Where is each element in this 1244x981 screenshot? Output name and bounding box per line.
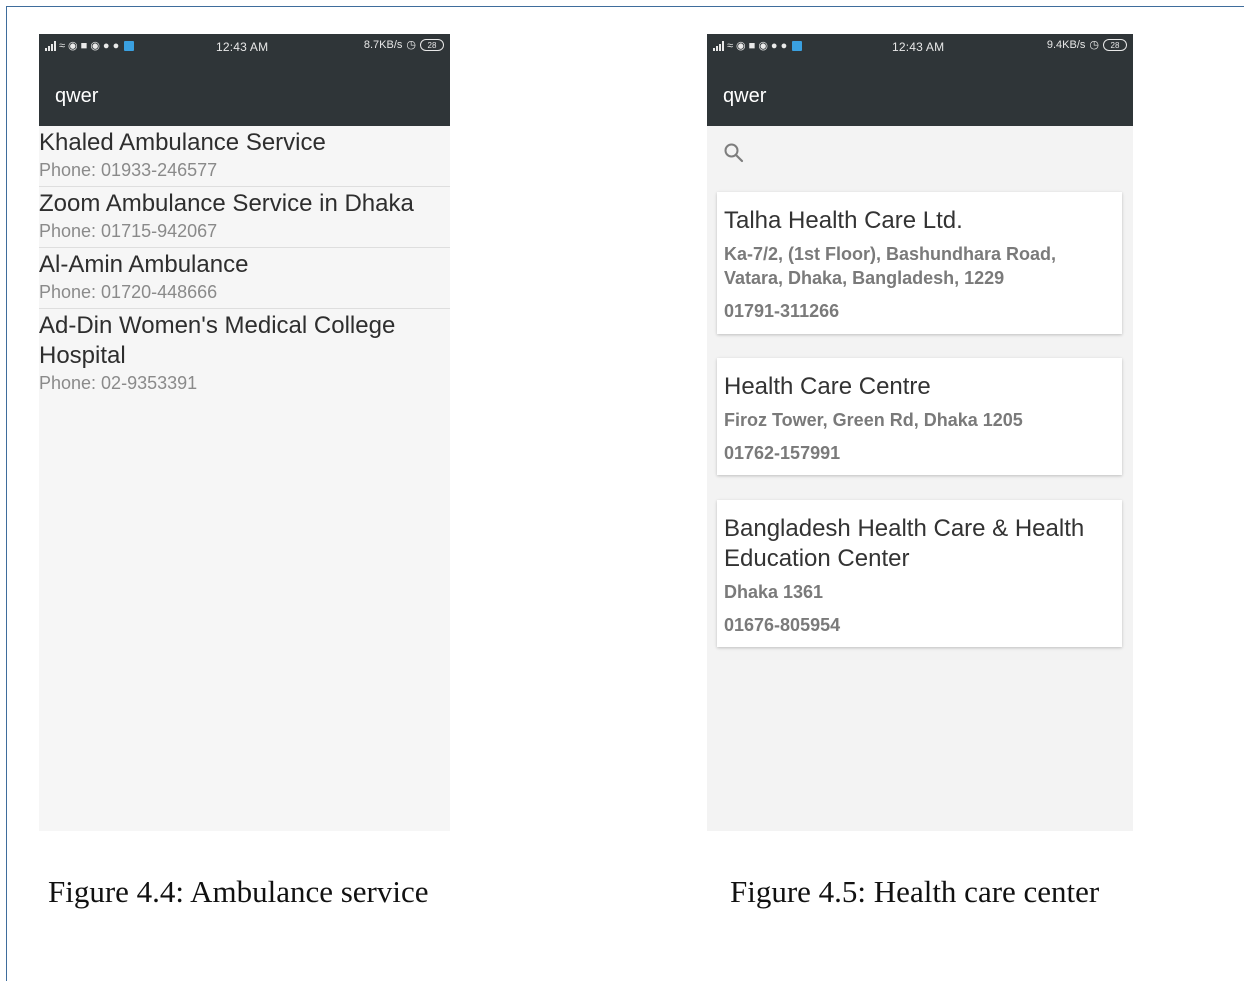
signal-icon — [713, 41, 724, 51]
status-right: 9.4KB/s ◷ 28 — [1047, 39, 1127, 51]
card-address: Firoz Tower, Green Rd, Dhaka 1205 — [724, 410, 1023, 430]
item-title: Zoom Ambulance Service in Dhaka — [39, 190, 414, 217]
card-address: Dhaka 1361 — [724, 582, 824, 602]
messenger-icon: ◉ — [68, 40, 78, 52]
card-phone: 01791-311266 — [724, 301, 840, 321]
frame-top-border — [6, 6, 1244, 7]
list-item[interactable]: Khaled Ambulance Service Phone: 01933-24… — [39, 126, 450, 187]
item-title: Al-Amin Ambulance — [39, 251, 249, 278]
item-title: Ad-Din Women's Medical College Hospital — [39, 312, 396, 369]
notification-dot-icon: ● — [770, 40, 778, 52]
status-bar: ≈ ◉ ■ ◉ ● ● 12:43 AM 9.4KB/s ◷ 28 — [707, 34, 1133, 61]
list-item[interactable]: Ad-Din Women's Medical College Hospital … — [39, 309, 450, 399]
item-phone: Phone: 02-9353391 — [39, 373, 198, 393]
health-center-card[interactable]: Talha Health Care Ltd. Ka-7/2, (1st Floo… — [717, 192, 1122, 334]
health-center-card[interactable]: Health Care Centre Firoz Tower, Green Rd… — [717, 358, 1122, 475]
app-bar: qwer — [39, 61, 450, 126]
message-icon: ■ — [80, 40, 88, 52]
messenger-icon: ◉ — [758, 40, 768, 52]
message-icon: ■ — [748, 40, 756, 52]
card-title: Talha Health Care Ltd. — [724, 207, 963, 234]
alarm-icon: ◷ — [406, 39, 416, 51]
card-title: Health Care Centre — [724, 373, 931, 400]
item-phone: Phone: 01715-942067 — [39, 221, 218, 241]
messenger-icon: ◉ — [736, 40, 746, 52]
card-phone: 01676-805954 — [724, 615, 841, 635]
notification-dot-icon: ● — [112, 40, 120, 52]
status-right: 8.7KB/s ◷ 28 — [364, 39, 444, 51]
wifi-icon: ≈ — [59, 40, 66, 52]
battery-icon: 28 — [1103, 39, 1127, 51]
figure-caption-health-care: Figure 4.5: Health care center — [730, 874, 1100, 909]
status-icons: ≈ ◉ ■ ◉ ● ● — [713, 40, 803, 52]
network-speed: 8.7KB/s — [363, 39, 403, 51]
messenger-icon: ◉ — [90, 40, 100, 52]
status-time: 12:43 AM — [216, 40, 269, 54]
battery-icon: 28 — [420, 39, 444, 51]
ambulance-screen: ≈ ◉ ■ ◉ ● ● 12:43 AM 8.7KB/s ◷ 28 qwer K… — [39, 34, 450, 831]
card-address: Ka-7/2, (1st Floor), Bashundhara Road, V… — [724, 244, 1057, 288]
notification-dot-icon: ● — [102, 40, 110, 52]
card-phone: 01762-157991 — [724, 443, 841, 463]
frame-left-border — [6, 6, 7, 981]
item-phone: Phone: 01720-448666 — [39, 282, 218, 302]
network-speed: 9.4KB/s — [1046, 39, 1086, 51]
health-care-screen: ≈ ◉ ■ ◉ ● ● 12:43 AM 9.4KB/s ◷ 28 qwer T… — [707, 34, 1133, 831]
app-title: qwer — [723, 85, 767, 107]
list-item[interactable]: Al-Amin Ambulance Phone: 01720-448666 — [39, 248, 450, 309]
figure-caption-ambulance: Figure 4.4: Ambulance service — [48, 874, 429, 909]
app-notification-icon — [792, 41, 803, 51]
app-bar: qwer — [707, 61, 1133, 126]
card-title: Bangladesh Health Care & Health Educatio… — [724, 515, 1085, 572]
search-icon[interactable] — [723, 142, 747, 166]
list-item[interactable]: Zoom Ambulance Service in Dhaka Phone: 0… — [39, 187, 450, 248]
app-notification-icon — [124, 41, 135, 51]
notification-dot-icon: ● — [780, 40, 788, 52]
health-center-card[interactable]: Bangladesh Health Care & Health Educatio… — [717, 500, 1122, 647]
status-bar: ≈ ◉ ■ ◉ ● ● 12:43 AM 8.7KB/s ◷ 28 — [39, 34, 450, 61]
status-icons: ≈ ◉ ■ ◉ ● ● — [45, 40, 135, 52]
item-title: Khaled Ambulance Service — [39, 129, 326, 156]
alarm-icon: ◷ — [1089, 39, 1099, 51]
ambulance-list: Khaled Ambulance Service Phone: 01933-24… — [39, 126, 450, 399]
signal-icon — [45, 41, 56, 51]
status-time: 12:43 AM — [892, 40, 945, 54]
item-phone: Phone: 01933-246577 — [39, 160, 218, 180]
app-title: qwer — [55, 85, 99, 107]
wifi-icon: ≈ — [727, 40, 734, 52]
